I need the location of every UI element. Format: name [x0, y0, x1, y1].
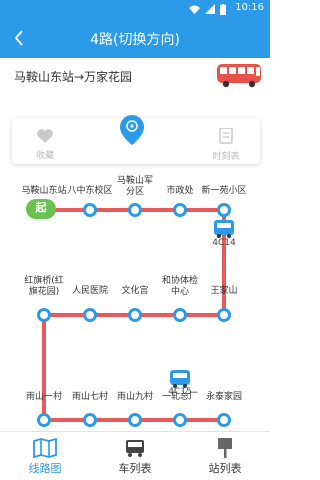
- stop-marker[interactable]: [217, 413, 231, 427]
- stop-marker[interactable]: [83, 203, 97, 217]
- stop-label[interactable]: 文化宫: [109, 286, 161, 297]
- stop-marker[interactable]: [173, 308, 187, 322]
- signal-icon: [205, 4, 215, 14]
- stop-marker[interactable]: [37, 308, 51, 322]
- tab-bus-list[interactable]: 车列表: [90, 432, 180, 480]
- bus-icon: [126, 440, 144, 457]
- stop-label[interactable]: 王家山: [198, 286, 250, 297]
- page-title[interactable]: 4路(切换方向): [0, 29, 270, 49]
- route-direction: 马鞍山东站→万家花园: [14, 70, 133, 84]
- stop-marker[interactable]: [83, 413, 97, 427]
- map-icon: [33, 438, 57, 458]
- battery-icon: [220, 3, 226, 15]
- stop-marker[interactable]: [128, 413, 142, 427]
- stop-marker[interactable]: [37, 413, 51, 427]
- bus-on-route-icon[interactable]: [170, 370, 190, 388]
- timetable-action[interactable]: 时刻表: [208, 127, 244, 162]
- bus-id-label: 4C14: [212, 238, 236, 248]
- stop-marker[interactable]: [217, 203, 231, 217]
- timetable-label: 时刻表: [212, 152, 240, 162]
- stop-marker[interactable]: [128, 308, 142, 322]
- tab-bus-list-label: 车列表: [118, 462, 152, 475]
- stop-marker[interactable]: [128, 203, 142, 217]
- status-bar: 10:16: [0, 0, 270, 18]
- stop-label[interactable]: 雨山一村: [18, 392, 70, 403]
- start-badge-label: 起: [35, 201, 47, 214]
- timetable-icon: [219, 127, 233, 144]
- stop-marker[interactable]: [173, 413, 187, 427]
- stop-label[interactable]: 八中东校区: [64, 186, 116, 197]
- wifi-icon: [189, 5, 200, 14]
- heart-icon: [37, 129, 53, 143]
- stop-label[interactable]: 和协体检中心: [158, 276, 202, 298]
- stop-label[interactable]: 马鞍山军分区: [113, 176, 157, 198]
- stop-marker[interactable]: [83, 308, 97, 322]
- bus-id-label: 4C15: [168, 387, 192, 397]
- tab-route-map-label: 线路图: [28, 462, 62, 475]
- bus-illustration-icon: [217, 64, 261, 88]
- stop-label[interactable]: 永泰家园: [198, 392, 250, 403]
- stop-label[interactable]: 红旗桥(红旗花园): [22, 276, 66, 298]
- location-pin-icon[interactable]: [118, 114, 146, 148]
- route-diagram: 马鞍山东站 八中东校区 马鞍山军分区 市政处 新一苑小区 红旗桥(红旗花园) 人民医院 文化宫…: [0, 170, 270, 430]
- favorite-action[interactable]: 收藏: [30, 128, 60, 161]
- bottom-tab-bar: 线路图 车列表 站列表: [0, 431, 270, 480]
- stop-label[interactable]: 马鞍山东站: [18, 186, 70, 197]
- stop-marker[interactable]: [217, 308, 231, 322]
- tab-station-list-label: 站列表: [208, 462, 242, 475]
- favorite-label: 收藏: [35, 151, 54, 161]
- tab-station-list[interactable]: 站列表: [180, 432, 270, 480]
- station-sign-icon: [218, 438, 232, 458]
- status-icons: [189, 3, 226, 15]
- title-bar: 4路(切换方向): [0, 18, 270, 58]
- clock: 10:16: [235, 2, 264, 13]
- bus-on-route-icon[interactable]: [214, 220, 234, 238]
- stop-label[interactable]: 新一苑小区: [198, 186, 250, 197]
- tab-route-map[interactable]: 线路图: [0, 432, 90, 480]
- stop-marker[interactable]: [173, 203, 187, 217]
